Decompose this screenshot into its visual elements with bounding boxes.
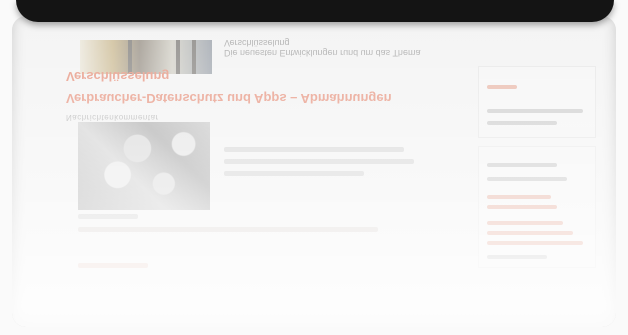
page-background: Die neuesten Entwicklungen rund um das T… [0,0,628,335]
article-teaser [224,147,414,176]
sidebar-links-box [478,146,596,268]
display-screen: Die neuesten Entwicklungen rund um das T… [12,16,616,327]
article-body [78,214,378,232]
mirrored-webpage-reflection: Die neuesten Entwicklungen rund um das T… [58,28,616,327]
read-more-link [78,263,158,268]
article-headline-line-2: Verbraucher-Datenschutz und Apps – Abmah… [66,91,392,106]
article-photo [78,122,210,210]
article-meta: Nachrichtenkommentar [66,113,159,122]
monitor-bezel-bottom-edge [16,0,614,22]
article-caption: Die neuesten Entwicklungen rund um das T… [224,38,421,58]
article-headline-line-1: Verschlüsselung [66,69,170,84]
sidebar-login-box [478,66,596,138]
